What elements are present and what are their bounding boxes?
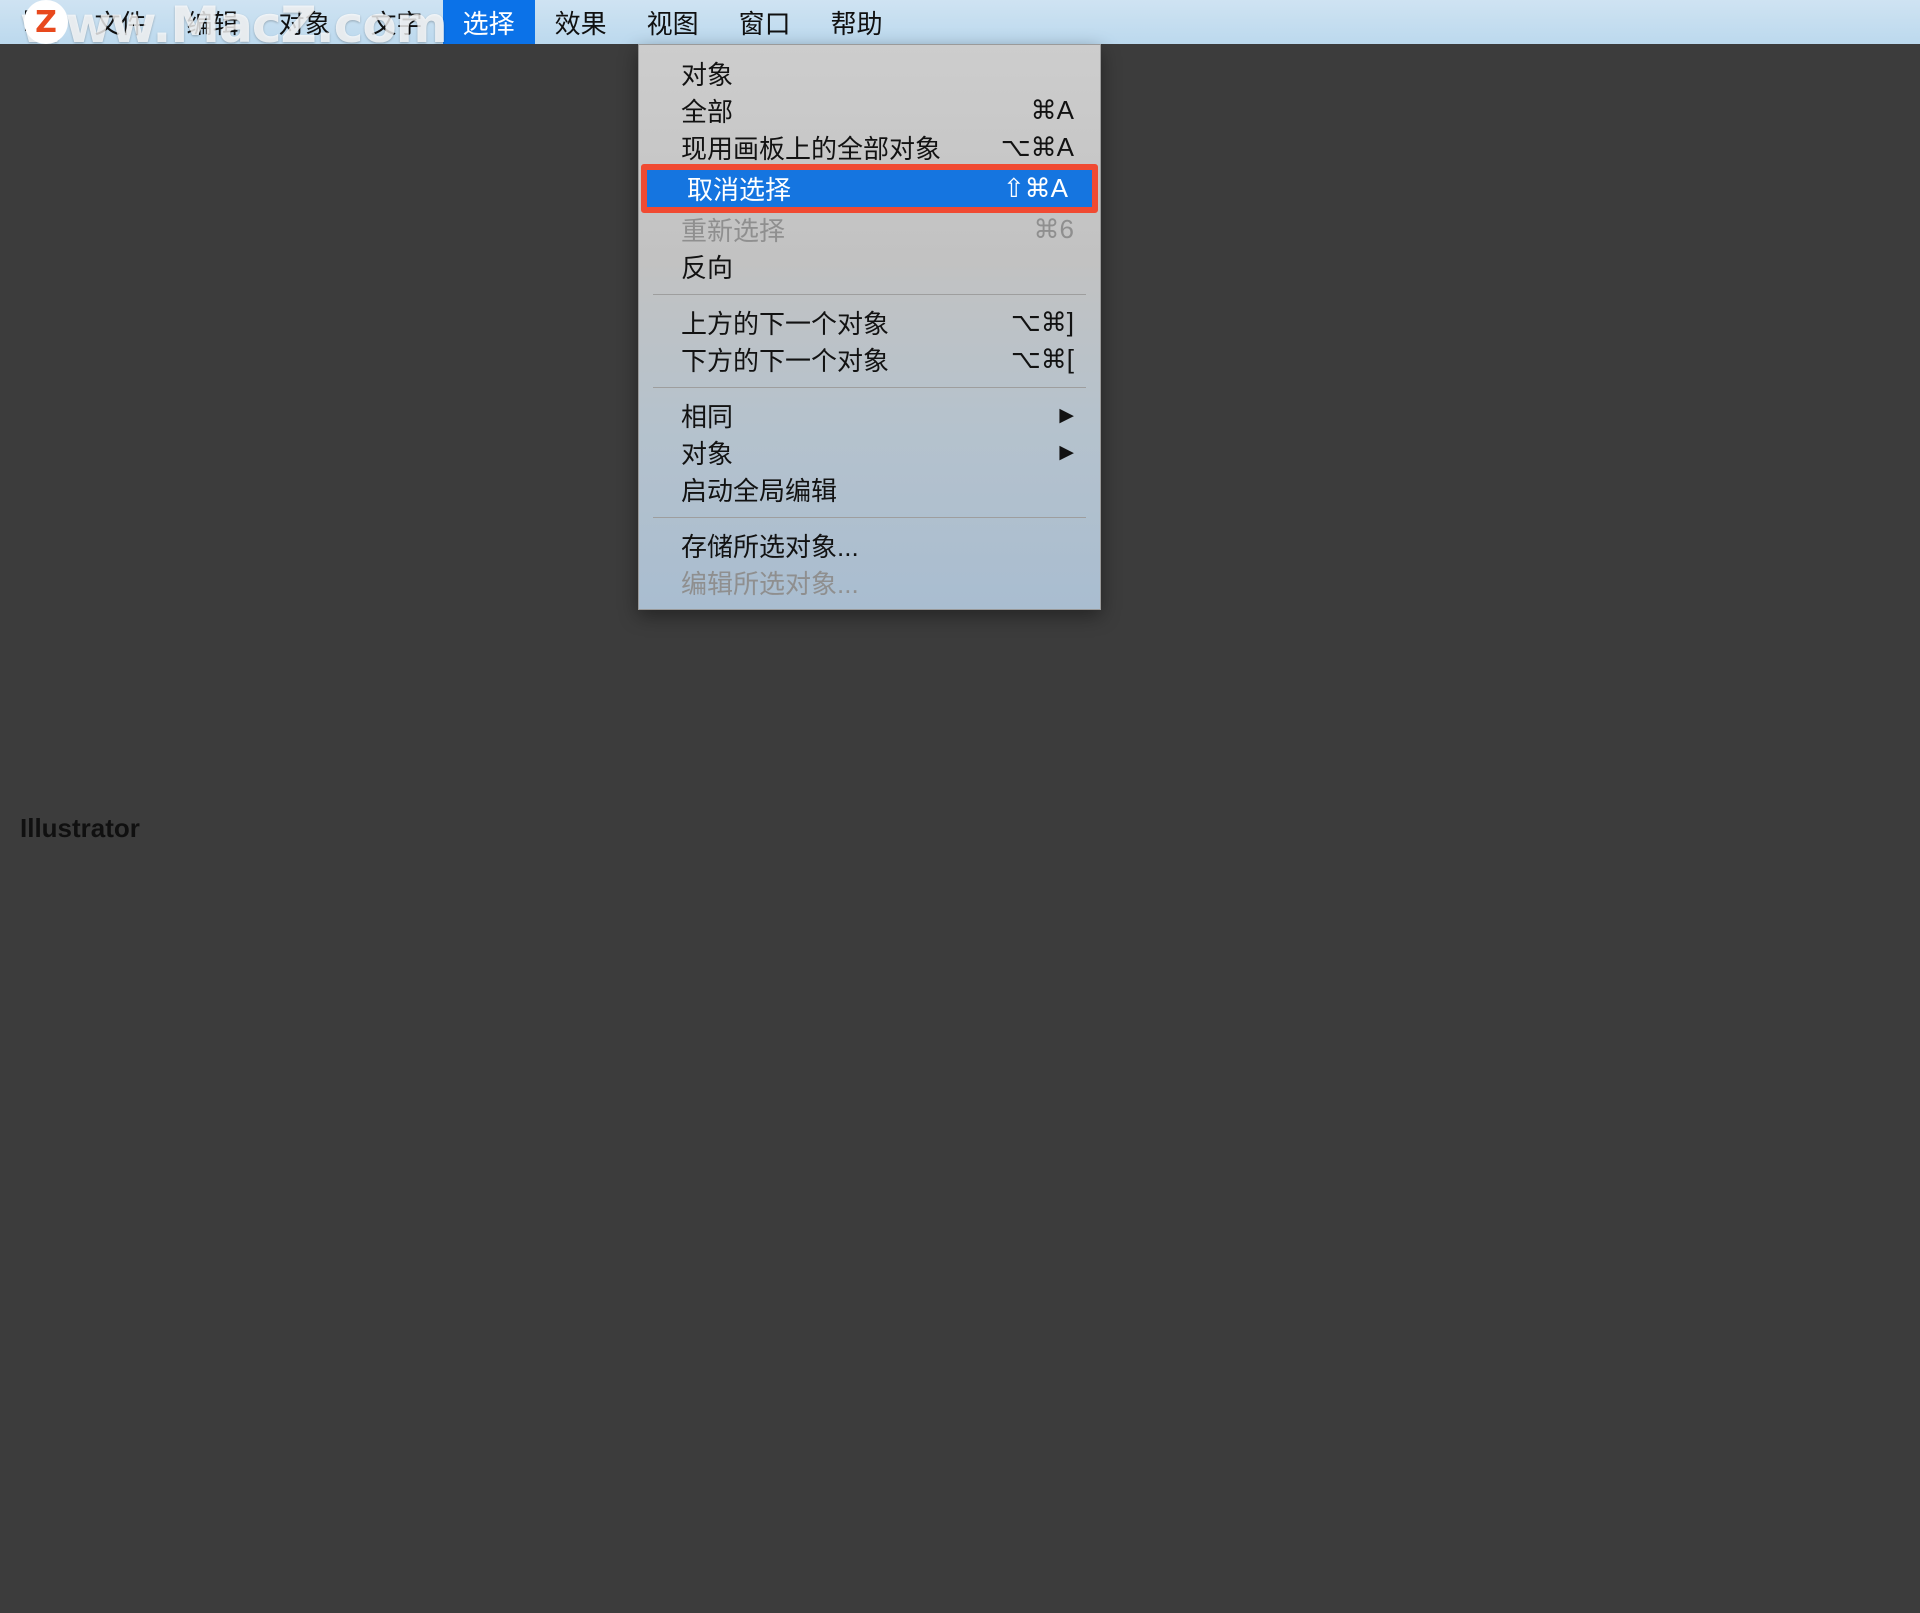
menu-item-label: 存储所选对象... [681,527,859,564]
menu-item-label: 相同 [681,397,733,434]
menu-item-label: 上方的下一个对象 [681,304,889,341]
highlight-annotation: 取消选择 ⇧⌘A [645,170,1094,207]
mac-menubar:  Illustrator 文件 编辑 对象 文字 选择 效果 视图 窗口 帮助 [0,0,1920,44]
menu-item-save-selection[interactable]: 存储所选对象... [639,527,1100,564]
submenu-arrow-icon: ▶ [1059,404,1074,427]
menu-window[interactable]: 窗口 [719,0,811,44]
menu-item-shortcut: ⌥⌘A [1001,132,1074,163]
menu-item-label: 对象 [681,434,733,471]
menu-item-label: 下方的下一个对象 [681,341,889,378]
menu-help[interactable]: 帮助 [811,0,903,44]
menu-item-start-global-edit[interactable]: 启动全局编辑 [639,471,1100,508]
menu-file[interactable]: 文件 [75,0,167,44]
menu-separator [653,517,1086,518]
menu-item-deselect[interactable]: 取消选择 ⇧⌘A [645,170,1094,207]
menu-item-label: 对象 [681,55,733,92]
menu-item-edit-selection: 编辑所选对象... [639,564,1100,601]
menu-edit[interactable]: 编辑 [167,0,259,44]
menu-item-object-submenu[interactable]: 对象 ▶ [639,434,1100,471]
menu-item-label: 启动全局编辑 [681,471,837,508]
menu-select[interactable]: 选择 [443,0,535,44]
menu-item-label: 现用画板上的全部对象 [681,129,941,166]
menu-item-label: 全部 [681,92,733,129]
menu-type[interactable]: 文字 [351,0,443,44]
menu-item-next-object-below[interactable]: 下方的下一个对象 ⌥⌘[ [639,341,1100,378]
menu-item-all[interactable]: 全部 ⌘A [639,92,1100,129]
menu-item-shortcut: ⇧⌘A [1003,173,1068,204]
menu-item-label: 反向 [681,248,733,285]
menu-effect[interactable]: 效果 [535,0,627,44]
menu-item-all-on-active-artboard[interactable]: 现用画板上的全部对象 ⌥⌘A [639,129,1100,166]
menu-item-reselect: 重新选择 ⌘6 [639,211,1100,248]
menu-item-label: 重新选择 [681,211,785,248]
menu-separator [653,387,1086,388]
menu-item-shortcut: ⌘A [1031,95,1074,126]
menu-item-shortcut: ⌥⌘] [1011,307,1074,338]
menu-view[interactable]: 视图 [627,0,719,44]
menu-item-next-object-above[interactable]: 上方的下一个对象 ⌥⌘] [639,304,1100,341]
menu-item-shortcut: ⌥⌘[ [1011,344,1074,375]
menu-item-label: 编辑所选对象... [681,564,859,601]
menu-object[interactable]: 对象 [259,0,351,44]
menu-item-object[interactable]: 对象 [639,55,1100,92]
menu-separator [653,294,1086,295]
menu-item-shortcut: ⌘6 [1034,214,1074,245]
menu-item-label: 取消选择 [687,170,791,207]
select-dropdown-menu[interactable]: 对象 全部 ⌘A 现用画板上的全部对象 ⌥⌘A 取消选择 ⇧⌘A 重新选择 ⌘6… [638,44,1101,610]
watermark-badge: Z [24,0,68,44]
menu-item-same[interactable]: 相同 ▶ [639,397,1100,434]
menu-item-inverse[interactable]: 反向 [639,248,1100,285]
submenu-arrow-icon: ▶ [1059,441,1074,464]
